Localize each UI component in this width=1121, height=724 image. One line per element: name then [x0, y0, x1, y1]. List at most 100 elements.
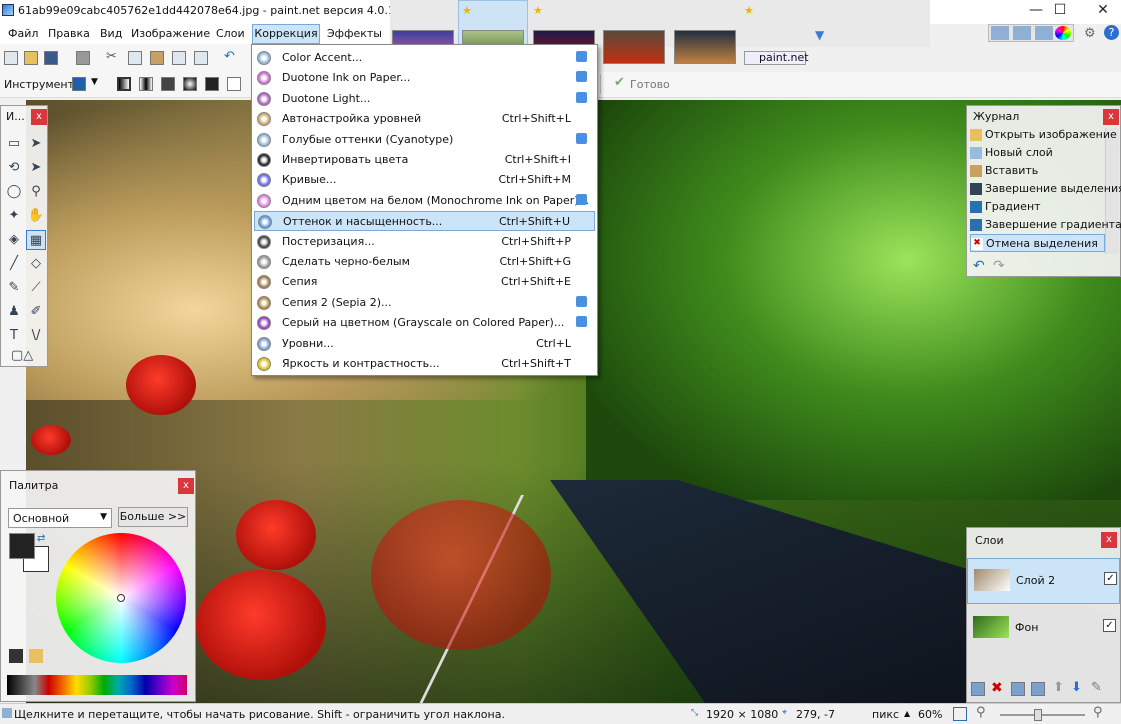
close-icon[interactable]: x: [1103, 109, 1119, 125]
layer-row-layer2[interactable]: Слой 2 ✓: [967, 558, 1120, 604]
adjustments-menu-item[interactable]: Голубые оттенки (Cyanotype): [254, 130, 595, 150]
ellipse-select-icon[interactable]: ◯: [4, 182, 24, 202]
zoom-in-icon[interactable]: ⚲: [1093, 705, 1103, 720]
move-selection-icon[interactable]: ➤: [26, 134, 46, 154]
history-item[interactable]: Вставить: [970, 162, 1105, 180]
adjustments-menu-item[interactable]: Постеризация... Ctrl+Shift+P: [254, 232, 595, 252]
gradient-spiral-icon[interactable]: [227, 77, 241, 91]
chevron-up-icon[interactable]: ▲: [904, 709, 910, 718]
move-layer-up-icon[interactable]: ⬆: [1053, 680, 1064, 695]
unit-select[interactable]: пикс: [872, 708, 899, 721]
colors-toggle-icon[interactable]: [1055, 26, 1071, 40]
history-toggle-icon[interactable]: [1013, 26, 1031, 40]
history-item[interactable]: Завершение выделения: [970, 180, 1121, 198]
history-undo-icon[interactable]: ↶: [973, 258, 985, 274]
clone-stamp-icon[interactable]: ♟: [4, 302, 24, 322]
eraser-icon[interactable]: ◇: [26, 254, 46, 274]
adjustments-menu-item[interactable]: Сепия 2 (Sepia 2)...: [254, 293, 595, 313]
menu-view[interactable]: Вид: [97, 26, 125, 43]
menu-effects[interactable]: Эффекты: [324, 26, 385, 43]
magic-wand-icon[interactable]: ✦: [4, 206, 24, 226]
history-redo-icon[interactable]: ↷: [993, 258, 1005, 274]
tabs-dropdown-icon[interactable]: ▼: [815, 28, 824, 42]
color-picker-icon[interactable]: ⟋: [26, 278, 46, 298]
text-icon[interactable]: T: [4, 326, 24, 346]
history-item[interactable]: Градиент: [970, 198, 1105, 216]
palette-menu-icon[interactable]: [29, 649, 43, 663]
layer-visibility-checkbox[interactable]: ✓: [1103, 619, 1116, 632]
adjustments-menu-item[interactable]: Кривые... Ctrl+Shift+M: [254, 170, 595, 190]
close-button[interactable]: ✕: [1080, 0, 1121, 22]
gradient-conical-icon[interactable]: [205, 77, 219, 91]
gradient-reflected-icon[interactable]: [139, 77, 153, 91]
cut-icon[interactable]: ✂: [106, 49, 117, 64]
gradient-diamond-icon[interactable]: [161, 77, 175, 91]
zoom-icon[interactable]: ⚲: [26, 182, 46, 202]
image-thumbnail[interactable]: [674, 30, 736, 64]
layers-toggle-icon[interactable]: [1035, 26, 1053, 40]
current-tool-icon[interactable]: [72, 77, 86, 91]
zoom-slider[interactable]: [1000, 714, 1085, 716]
adjustments-menu-item[interactable]: Duotone Ink on Paper...: [254, 68, 595, 88]
swap-colors-icon[interactable]: ⇄: [37, 533, 45, 544]
layer-visibility-checkbox[interactable]: ✓: [1104, 572, 1117, 585]
add-to-palette-icon[interactable]: [9, 649, 23, 663]
adjustments-menu-item[interactable]: Яркость и контрастность... Ctrl+Shift+T: [254, 354, 595, 374]
history-item[interactable]: Открыть изображение: [970, 126, 1117, 144]
menu-adjustments[interactable]: Коррекция: [252, 24, 320, 44]
adjustments-menu-item[interactable]: Автонастройка уровней Ctrl+Shift+L: [254, 109, 595, 129]
chevron-down-icon[interactable]: ▼: [91, 77, 98, 87]
zoom-fit-icon[interactable]: [953, 707, 967, 721]
adjustments-menu-item[interactable]: Уровни... Ctrl+L: [254, 334, 595, 354]
rectangle-select-icon[interactable]: ▭: [4, 134, 24, 154]
duplicate-layer-icon[interactable]: [1011, 682, 1025, 696]
gradient-linear-icon[interactable]: [117, 77, 131, 91]
settings-icon[interactable]: ⚙: [1084, 26, 1096, 41]
more-button[interactable]: Больше >>: [118, 507, 188, 527]
close-icon[interactable]: x: [31, 109, 47, 125]
pencil-icon[interactable]: ✎: [4, 278, 24, 298]
adjustments-menu-item[interactable]: Одним цветом на белом (Monochrome Ink on…: [254, 191, 595, 211]
new-file-icon[interactable]: [4, 51, 18, 65]
image-thumbnail[interactable]: [603, 30, 665, 64]
history-item-selected[interactable]: ✖ Отмена выделения: [970, 234, 1105, 252]
shapes-icon[interactable]: ▢△: [11, 346, 33, 366]
lasso-icon[interactable]: ⟲: [4, 158, 24, 178]
line-curve-icon[interactable]: \/: [26, 326, 46, 346]
paste-icon[interactable]: [150, 51, 164, 65]
history-item[interactable]: Завершение градиента: [970, 216, 1121, 234]
deselect-icon[interactable]: [194, 51, 208, 65]
paintbrush-icon[interactable]: ╱: [4, 254, 24, 274]
primary-color-swatch[interactable]: [9, 533, 35, 559]
zoom-out-icon[interactable]: ⚲: [976, 705, 986, 720]
color-wheel-cursor[interactable]: [117, 594, 125, 602]
copy-icon[interactable]: [128, 51, 142, 65]
print-icon[interactable]: [76, 51, 90, 65]
zoom-value[interactable]: 60%: [918, 708, 942, 721]
pan-icon[interactable]: ✋: [26, 206, 46, 226]
menu-edit[interactable]: Правка: [45, 26, 93, 43]
layer-row-background[interactable]: Фон ✓: [967, 606, 1120, 652]
adjustments-menu-item[interactable]: Color Accent...: [254, 48, 595, 68]
gradient-radial-icon[interactable]: [183, 77, 197, 91]
history-item[interactable]: Новый слой: [970, 144, 1105, 162]
close-icon[interactable]: x: [178, 478, 194, 494]
recolor-icon[interactable]: ✐: [26, 302, 46, 322]
adjustments-menu-item[interactable]: Серый на цветном (Grayscale on Colored P…: [254, 313, 595, 333]
menu-layers[interactable]: Слои: [213, 26, 248, 43]
maximize-button[interactable]: ☐: [1037, 0, 1083, 22]
paint-bucket-icon[interactable]: ◈: [4, 230, 24, 250]
open-file-icon[interactable]: [24, 51, 38, 65]
adjustments-menu-item[interactable]: Сделать черно-белым Ctrl+Shift+G: [254, 252, 595, 272]
layer-properties-icon[interactable]: ✎: [1091, 680, 1102, 695]
close-icon[interactable]: x: [1101, 532, 1117, 548]
palette-mode-select[interactable]: Основной ▼: [8, 508, 112, 528]
move-layer-down-icon[interactable]: ⬇: [1071, 680, 1082, 695]
crop-icon[interactable]: [172, 51, 186, 65]
adjustments-menu-item[interactable]: Инвертировать цвета Ctrl+Shift+I: [254, 150, 595, 170]
tools-toggle-icon[interactable]: [991, 26, 1009, 40]
gradient-tool-icon[interactable]: ▦: [26, 230, 46, 250]
adjustments-menu-item[interactable]: Duotone Light...: [254, 89, 595, 109]
adjustments-menu-item[interactable]: Сепия Ctrl+Shift+E: [254, 272, 595, 292]
delete-layer-icon[interactable]: ✖: [991, 680, 1003, 696]
